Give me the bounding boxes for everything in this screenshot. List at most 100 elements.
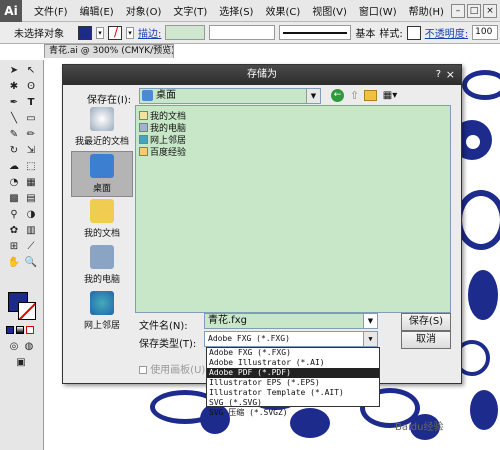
- filetype-option[interactable]: Adobe Illustrator (*.AI): [207, 358, 379, 368]
- back-icon[interactable]: ←: [331, 89, 344, 102]
- filetype-options: Adobe FXG (*.FXG) Adobe Illustrator (*.A…: [206, 347, 380, 417]
- opacity-label-link[interactable]: 不透明度:: [425, 25, 468, 40]
- eyedropper-icon[interactable]: ⚲: [7, 208, 21, 222]
- magic-wand-icon[interactable]: ✱: [7, 80, 21, 94]
- menu-edit[interactable]: 编辑(E): [74, 3, 120, 18]
- place-desktop[interactable]: 桌面: [71, 151, 133, 197]
- close-window-button[interactable]: ×: [483, 3, 497, 18]
- up-folder-icon[interactable]: ⇧: [348, 89, 361, 102]
- opacity-field[interactable]: 100: [472, 25, 499, 40]
- menu-object[interactable]: 对象(O): [120, 3, 168, 18]
- stroke-color-box[interactable]: [18, 302, 36, 320]
- desktop-place-icon: [90, 154, 114, 178]
- place-recent[interactable]: 我最近的文档: [71, 105, 133, 151]
- stroke-label-link[interactable]: 描边:: [138, 25, 161, 40]
- new-folder-icon[interactable]: [364, 90, 377, 101]
- chevron-down-icon: ▼: [363, 314, 377, 328]
- none-mode-icon[interactable]: [26, 326, 34, 334]
- zoom-tool-icon[interactable]: 🔍: [24, 256, 38, 270]
- fill-swatch[interactable]: [78, 25, 92, 40]
- place-network[interactable]: 网上邻居: [71, 289, 133, 335]
- maximize-button[interactable]: □: [467, 3, 481, 18]
- filetype-dropdown[interactable]: Adobe FXG (*.FXG) ▼: [204, 331, 378, 347]
- stroke-swatch[interactable]: /: [108, 25, 122, 40]
- draw-mode-icon[interactable]: ◎: [7, 340, 21, 354]
- place-recent-label: 我最近的文档: [74, 137, 129, 147]
- document-tab[interactable]: 青花.ai @ 300% (CMYK/预览): [44, 44, 174, 58]
- fill-dropdown[interactable]: ▾: [96, 26, 104, 39]
- view-menu-icon[interactable]: ▦▾: [381, 89, 399, 102]
- blend-tool-icon[interactable]: ◑: [24, 208, 38, 222]
- chevron-down-icon: ▼: [306, 89, 320, 103]
- filetype-option[interactable]: Illustrator EPS (*.EPS): [207, 378, 379, 388]
- chevron-down-icon: ▼: [363, 332, 377, 346]
- pencil-tool-icon[interactable]: ✏: [24, 128, 38, 142]
- draw-behind-icon[interactable]: ◍: [22, 340, 36, 354]
- variable-width-field[interactable]: [209, 25, 276, 40]
- cancel-button[interactable]: 取消: [401, 331, 451, 349]
- direct-select-tool-icon[interactable]: ↖: [24, 64, 38, 78]
- paintbrush-tool-icon[interactable]: ✎: [7, 128, 21, 142]
- artboard-label: 使用画板(U): [150, 365, 206, 376]
- symbol-sprayer-icon[interactable]: ✿: [7, 224, 21, 238]
- warp-tool-icon[interactable]: ☁: [7, 160, 21, 174]
- selection-tool-icon[interactable]: ➤: [7, 64, 21, 78]
- menu-help[interactable]: 帮助(H): [403, 3, 450, 18]
- artboard-checkbox[interactable]: [139, 366, 147, 374]
- pen-tool-icon[interactable]: ✒: [7, 96, 21, 110]
- filetype-option[interactable]: SVG 压缩 (*.SVGZ): [207, 408, 379, 418]
- file-list[interactable]: 我的文档 我的电脑 网上邻居 百度经验: [135, 105, 451, 313]
- desktop-icon: [142, 90, 153, 101]
- menu-file[interactable]: 文件(F): [28, 3, 74, 18]
- filetype-option-selected[interactable]: Adobe PDF (*.PDF): [207, 368, 379, 378]
- place-documents[interactable]: 我的文档: [71, 197, 133, 243]
- menu-view[interactable]: 视图(V): [306, 3, 353, 18]
- menu-bar: Ai 文件(F) 编辑(E) 对象(O) 文字(T) 选择(S) 效果(C) 视…: [0, 0, 500, 22]
- menu-effect[interactable]: 效果(C): [259, 3, 306, 18]
- place-network-label: 网上邻居: [83, 321, 120, 331]
- save-in-value: 桌面: [156, 90, 176, 101]
- slice-tool-icon[interactable]: ⟋: [24, 240, 38, 254]
- minimize-button[interactable]: –: [451, 3, 465, 18]
- save-in-dropdown[interactable]: 桌面 ▼: [139, 88, 321, 104]
- stroke-dropdown[interactable]: ▾: [126, 26, 134, 39]
- menu-select[interactable]: 选择(S): [213, 3, 259, 18]
- save-button[interactable]: 保存(S): [401, 313, 451, 331]
- shape-builder-icon[interactable]: ◔: [7, 176, 21, 190]
- scale-tool-icon[interactable]: ⇲: [24, 144, 38, 158]
- free-transform-icon[interactable]: ⬚: [24, 160, 38, 174]
- gradient-tool-icon[interactable]: ▤: [24, 192, 38, 206]
- filetype-option[interactable]: SVG (*.SVG): [207, 398, 379, 408]
- close-icon[interactable]: ×: [446, 65, 455, 85]
- filetype-option[interactable]: Adobe FXG (*.FXG): [207, 348, 379, 358]
- artwork-right: [462, 60, 500, 450]
- stroke-weight-field[interactable]: [165, 25, 206, 40]
- artboard-option: 使用画板(U): [139, 361, 205, 376]
- brush-field[interactable]: [279, 25, 352, 40]
- gradient-mode-icon[interactable]: [16, 326, 24, 334]
- color-mode-icon[interactable]: [6, 326, 14, 334]
- help-icon[interactable]: ?: [436, 65, 441, 85]
- filetype-option[interactable]: Illustrator Template (*.AIT): [207, 388, 379, 398]
- list-item[interactable]: 百度经验: [139, 145, 186, 158]
- filename-input[interactable]: 青花.fxg ▼: [204, 313, 378, 329]
- mesh-tool-icon[interactable]: ▩: [7, 192, 21, 206]
- place-computer[interactable]: 我的电脑: [71, 243, 133, 289]
- style-swatch[interactable]: [406, 25, 421, 40]
- menu-type[interactable]: 文字(T): [167, 3, 213, 18]
- lasso-tool-icon[interactable]: ʘ: [24, 80, 38, 94]
- graph-tool-icon[interactable]: ▥: [24, 224, 38, 238]
- rectangle-tool-icon[interactable]: ▭: [24, 112, 38, 126]
- save-in-label: 保存在(I):: [87, 95, 132, 106]
- artboard-tool-icon[interactable]: ⊞: [7, 240, 21, 254]
- save-as-dialog: 存储为 ? × 保存在(I): 桌面 ▼ ← ⇧ ▦▾ 我最近的文档 桌面 我的…: [62, 64, 462, 417]
- screen-mode-icon[interactable]: ▣: [14, 356, 28, 370]
- line-tool-icon[interactable]: ╲: [7, 112, 21, 126]
- control-bar: 未选择对象 ▾ / ▾ 描边: 基本 样式: 不透明度: 100: [0, 22, 500, 44]
- hand-tool-icon[interactable]: ✋: [7, 256, 21, 270]
- place-desktop-label: 桌面: [92, 184, 111, 194]
- perspective-grid-icon[interactable]: ▦: [24, 176, 38, 190]
- type-tool-icon[interactable]: T: [24, 96, 38, 110]
- rotate-tool-icon[interactable]: ↻: [7, 144, 21, 158]
- menu-window[interactable]: 窗口(W): [353, 3, 403, 18]
